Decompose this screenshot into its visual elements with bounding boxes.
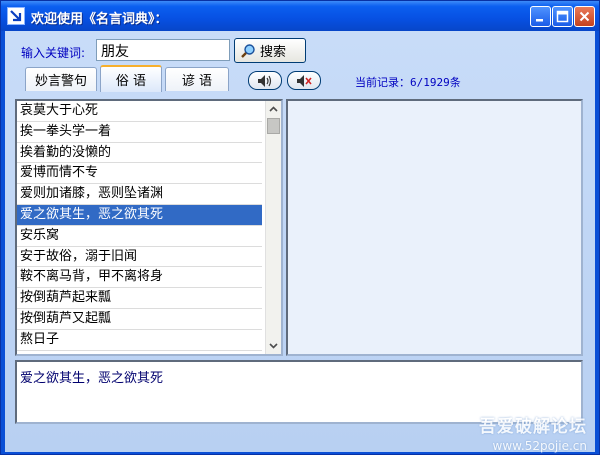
list-item[interactable]: 安乐窝 (17, 226, 262, 247)
watermark-title: 吾爱破解论坛 (479, 417, 587, 437)
keyword-input[interactable]: 朋友 (96, 39, 230, 61)
list-item[interactable]: 鞍不离马背，甲不离将身 (17, 267, 262, 289)
search-button[interactable]: 搜索 (234, 38, 306, 63)
phrase-list-items: 哀莫大于心死 挨一拳头学一着 挨着勤的没懒的 爱博而情不专 爱则加诸膝，恶则坠诸渊 爱之欲… (17, 101, 281, 351)
watermark: 吾爱破解论坛 www.52pojie.cn (479, 412, 587, 453)
maximize-icon (556, 10, 569, 23)
stop-speak-button[interactable] (287, 71, 321, 90)
tab-sayings[interactable]: 谚 语 (165, 67, 229, 91)
magnifier-icon (241, 43, 255, 58)
tab-proverbs[interactable]: 俗 语 (100, 65, 162, 92)
list-item[interactable]: 按倒葫芦又起瓢 (17, 309, 262, 330)
record-counter: 当前记录：6/1929条 (355, 76, 461, 89)
app-window: 欢迎使用《名言词典》： 输入关键词: 朋友 搜索 妙言警句 俗 语 谚 语 当前… (0, 0, 600, 455)
speaker-icon (258, 74, 272, 87)
arrow-down-right-icon (7, 7, 25, 25)
phrase-list[interactable]: 哀莫大于心死 挨一拳头学一着 挨着勤的没懒的 爱博而情不专 爱则加诸膝，恶则坠诸渊 爱之欲… (15, 99, 283, 356)
list-item[interactable]: 爱博而情不专 (17, 163, 262, 185)
tab-maxims[interactable]: 妙言警句 (25, 67, 97, 91)
list-item[interactable]: 爱之欲其生，恶之欲其死 (17, 204, 262, 226)
maximize-button[interactable] (552, 6, 573, 27)
tab-proverbs-label: 俗 语 (115, 74, 147, 89)
search-button-label: 搜索 (260, 45, 287, 60)
speak-button[interactable] (248, 71, 282, 90)
watermark-url: www.52pojie.cn (492, 439, 587, 453)
minimize-button[interactable] (530, 6, 551, 27)
close-icon (579, 11, 590, 22)
tab-maxims-label: 妙言警句 (34, 74, 87, 89)
scroll-thumb[interactable] (267, 118, 280, 134)
list-item[interactable]: 挨一拳头学一着 (17, 122, 262, 143)
list-item[interactable]: 熬日子 (17, 330, 262, 351)
speaker-stop-icon (297, 74, 312, 87)
scroll-up-icon[interactable] (266, 102, 281, 117)
tab-sayings-label: 谚 语 (181, 74, 213, 89)
minimize-icon (536, 19, 543, 22)
list-scrollbar[interactable] (265, 101, 281, 354)
window-title: 欢迎使用《名言词典》： (31, 12, 168, 27)
list-item[interactable]: 按倒葫芦起来瓢 (17, 288, 262, 309)
list-item[interactable]: 爱则加诸膝，恶则坠诸渊 (17, 184, 262, 205)
close-button[interactable] (574, 6, 595, 27)
detail-panel[interactable] (286, 99, 583, 356)
keyword-label: 输入关键词: (21, 46, 86, 60)
scroll-down-icon[interactable] (266, 338, 281, 353)
client-area: 输入关键词: 朋友 搜索 妙言警句 俗 语 谚 语 当前记录：6/1929条 哀… (5, 31, 595, 453)
list-item[interactable]: 安于故俗，溺于旧闻 (17, 247, 262, 268)
list-item[interactable]: 哀莫大于心死 (17, 101, 262, 122)
title-bar[interactable]: 欢迎使用《名言词典》： (1, 1, 599, 31)
list-item[interactable]: 挨着勤的没懒的 (17, 143, 262, 164)
